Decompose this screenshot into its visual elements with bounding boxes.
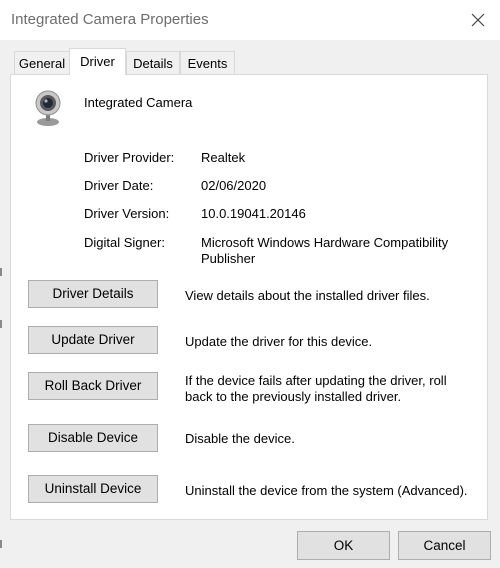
cancel-button[interactable]: Cancel [398, 531, 491, 560]
digital-signer-value: Microsoft Windows Hardware Compatibility… [201, 235, 449, 266]
update-driver-description: Update the driver for this device. [185, 334, 373, 349]
tab-events[interactable]: Events [180, 51, 235, 75]
ok-button[interactable]: OK [297, 531, 390, 560]
driver-version-label: Driver Version: [84, 206, 170, 221]
digital-signer-label: Digital Signer: [84, 235, 165, 250]
tab-general[interactable]: General [14, 51, 70, 75]
title-bar: Integrated Camera Properties [0, 0, 500, 40]
driver-details-description: View details about the installed driver … [185, 288, 430, 303]
window-edge-mark [0, 320, 2, 328]
close-icon [471, 13, 485, 27]
roll-back-driver-description: If the device fails after updating the d… [185, 373, 447, 404]
driver-details-button[interactable]: Driver Details [28, 280, 158, 308]
tab-details[interactable]: Details [126, 51, 180, 75]
uninstall-device-button[interactable]: Uninstall Device [28, 475, 158, 503]
driver-version-value: 10.0.19041.20146 [201, 206, 306, 221]
driver-date-value: 02/06/2020 [201, 178, 267, 193]
disable-device-button[interactable]: Disable Device [28, 424, 158, 452]
driver-provider-value: Realtek [201, 150, 246, 165]
webcam-icon [33, 88, 63, 131]
window-title: Integrated Camera Properties [11, 11, 209, 28]
roll-back-driver-button[interactable]: Roll Back Driver [28, 372, 158, 400]
driver-date-label: Driver Date: [84, 178, 154, 193]
driver-provider-label: Driver Provider: [84, 150, 175, 165]
close-button[interactable] [460, 6, 496, 34]
update-driver-button[interactable]: Update Driver [28, 326, 158, 354]
window-edge-mark [0, 540, 2, 548]
device-name: Integrated Camera [84, 95, 193, 110]
tab-driver[interactable]: Driver [69, 48, 126, 75]
disable-device-description: Disable the device. [185, 431, 295, 446]
window-edge-mark [0, 268, 2, 276]
uninstall-device-description: Uninstall the device from the system (Ad… [185, 483, 468, 498]
